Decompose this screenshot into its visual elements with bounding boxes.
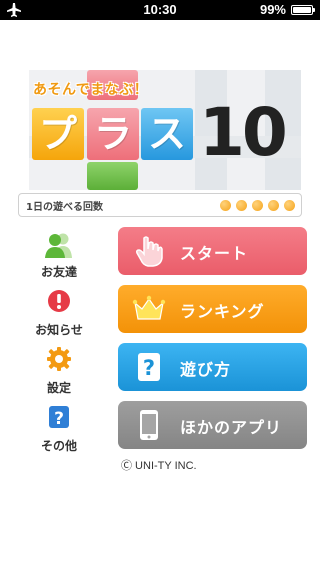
daily-plays-bar: 1日の遊べる回数 — [18, 193, 302, 217]
side-item-label: お知らせ — [35, 323, 83, 337]
start-button[interactable]: スタート — [118, 227, 307, 275]
how-to-play-button[interactable]: ? 遊び方 — [118, 343, 307, 391]
side-item-friends[interactable]: お友達 — [22, 230, 96, 282]
play-token — [252, 200, 263, 211]
gear-icon — [47, 347, 71, 371]
other-apps-button-label: ほかのアプリ — [180, 418, 283, 437]
play-token — [268, 200, 279, 211]
side-item-news[interactable]: お知らせ — [22, 288, 96, 340]
side-item-label: 設定 — [46, 381, 71, 395]
play-token — [284, 200, 295, 211]
battery-percentage: 99% — [259, 2, 286, 17]
ranking-button-label: ランキング — [180, 302, 265, 321]
crown-icon — [132, 295, 166, 320]
logo-number: 10 — [199, 94, 288, 171]
svg-text:?: ? — [54, 409, 64, 429]
smartphone-icon — [140, 410, 158, 440]
question-icon: ? — [138, 353, 160, 381]
logo-letter-tile: ス — [141, 108, 193, 160]
battery-icon — [291, 5, 315, 15]
hand-pointer-icon — [136, 236, 163, 267]
play-token — [220, 200, 231, 211]
side-item-other[interactable]: ? その他 — [22, 404, 96, 456]
banner-subtitle: あそんでまなぶ！ — [33, 82, 149, 98]
logo-letter-tile: ラ — [87, 108, 139, 160]
play-token — [236, 200, 247, 211]
copyright-text: Ⓒ UNI-TY INC. — [121, 460, 197, 472]
daily-plays-label: 1日の遊べる回数 — [26, 202, 103, 213]
side-item-label: その他 — [40, 439, 77, 453]
friends-icon — [45, 233, 72, 258]
start-button-label: スタート — [180, 244, 249, 263]
status-bar: 10:30 99% — [0, 0, 320, 20]
how-to-play-button-label: 遊び方 — [180, 360, 232, 379]
decor-tile-green — [87, 162, 138, 190]
remaining-plays-indicator — [220, 200, 295, 211]
side-item-settings[interactable]: 設定 — [22, 346, 96, 398]
other-apps-button[interactable]: ほかのアプリ — [118, 401, 307, 449]
side-item-label: お友達 — [40, 265, 77, 279]
logo-letter-tile: プ — [32, 108, 84, 160]
svg-text:?: ? — [143, 356, 155, 380]
info-icon — [48, 290, 70, 312]
title-banner: プ ラ ス あそんでまなぶ！ 10 — [29, 70, 301, 190]
question-icon: ? — [49, 406, 69, 429]
ranking-button[interactable]: ランキング — [118, 285, 307, 333]
